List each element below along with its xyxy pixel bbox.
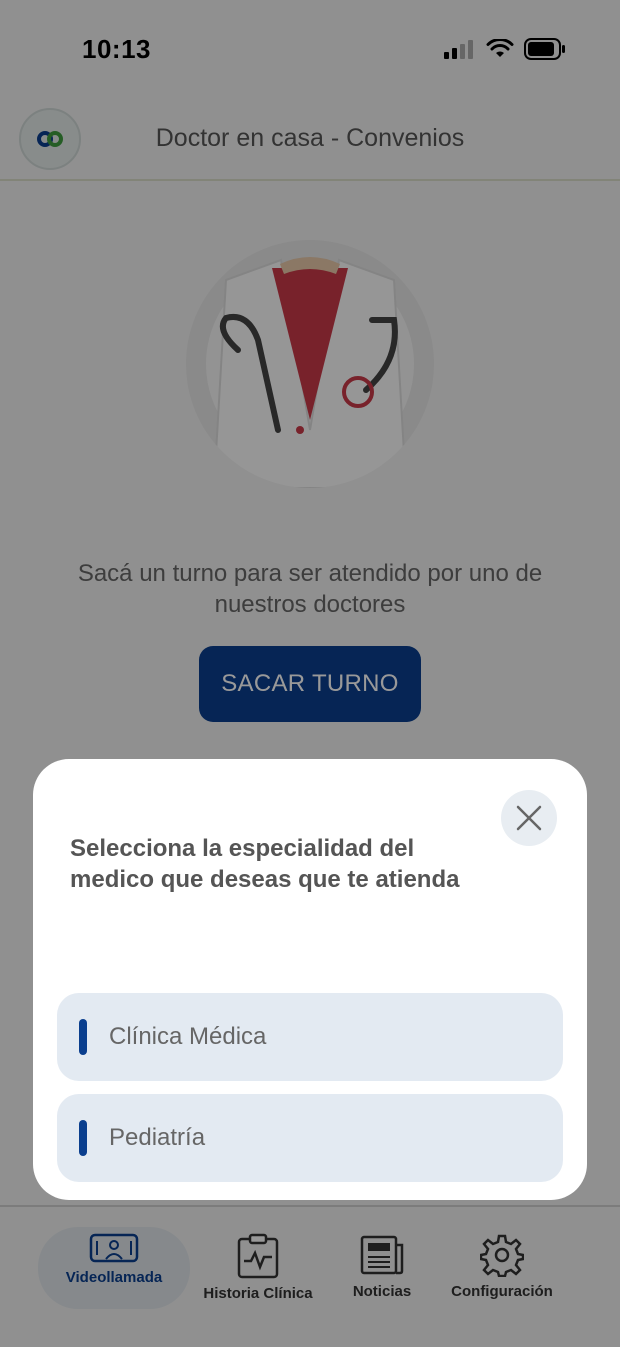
option-pediatria[interactable]: Pediatría xyxy=(57,1094,563,1182)
option-marker xyxy=(79,1019,87,1055)
option-marker xyxy=(79,1120,87,1156)
option-label: Pediatría xyxy=(109,1124,206,1151)
close-button[interactable] xyxy=(501,790,557,846)
close-icon xyxy=(516,805,542,831)
specialty-modal: Selecciona la especialidad del medico qu… xyxy=(33,759,587,1200)
option-clinica-medica[interactable]: Clínica Médica xyxy=(57,993,563,1081)
option-label: Clínica Médica xyxy=(109,1023,267,1050)
modal-title: Selecciona la especialidad del medico qu… xyxy=(70,835,460,893)
app-screen: 10:13 Doctor en casa - Convenios Sacá un… xyxy=(0,0,620,1347)
